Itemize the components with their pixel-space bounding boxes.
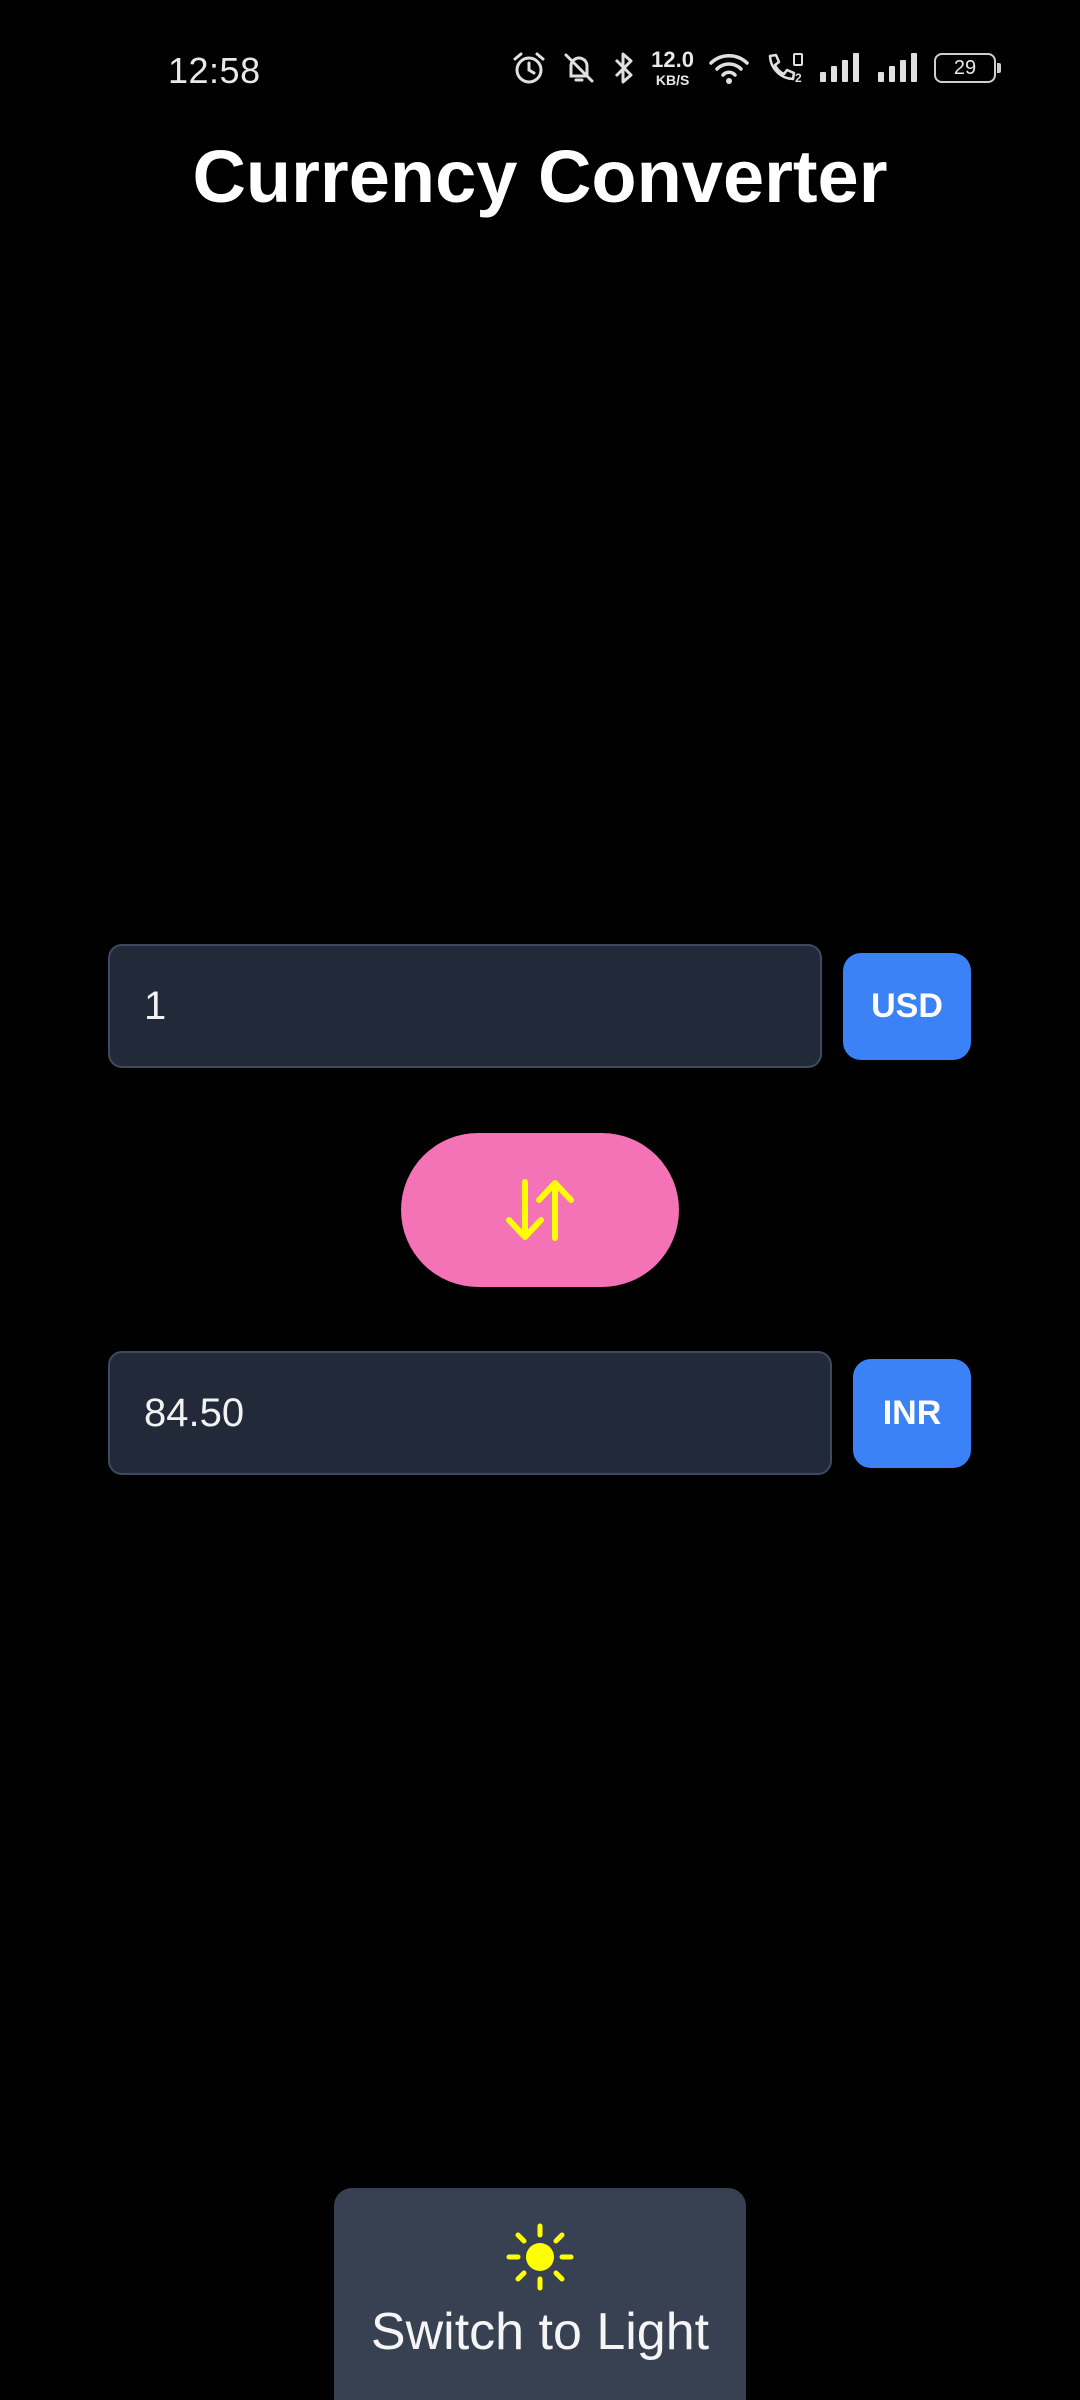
- signal-1-icon: [820, 53, 859, 82]
- page-title: Currency Converter: [192, 135, 888, 218]
- to-amount-input[interactable]: 84.50: [108, 1351, 832, 1475]
- theme-toggle-label: Switch to Light: [370, 2303, 710, 2361]
- battery-level: 29: [953, 56, 977, 79]
- to-amount-value: 84.50: [144, 1390, 245, 1435]
- bell-muted-icon: [564, 53, 594, 83]
- svg-text:2: 2: [795, 71, 802, 85]
- theme-toggle-button[interactable]: Switch to Light: [334, 2188, 746, 2400]
- status-icons: 12.0 KB/S 2 29: [511, 46, 1001, 90]
- status-time: 12:58: [168, 50, 261, 91]
- from-amount-value: 1: [144, 983, 167, 1028]
- to-currency-button[interactable]: INR: [853, 1359, 971, 1468]
- volte-call-icon: 2: [768, 53, 803, 85]
- swap-vertical-icon: [506, 1179, 574, 1241]
- battery-icon: 29: [934, 53, 1001, 83]
- signal-2-icon: [878, 53, 917, 82]
- alarm-icon: [513, 52, 545, 84]
- network-speed: 12.0 KB/S: [651, 47, 694, 88]
- network-speed-unit: KB/S: [655, 72, 690, 88]
- sun-icon: [506, 2223, 574, 2291]
- bluetooth-icon: [615, 52, 633, 84]
- from-currency-button[interactable]: USD: [843, 953, 971, 1060]
- wifi-icon: [709, 54, 749, 84]
- swap-button[interactable]: [401, 1133, 679, 1287]
- from-amount-input[interactable]: 1: [108, 944, 822, 1068]
- network-speed-value: 12.0: [651, 47, 694, 72]
- status-bar: 12:58 12.0 KB/S 2 29: [0, 0, 1080, 140]
